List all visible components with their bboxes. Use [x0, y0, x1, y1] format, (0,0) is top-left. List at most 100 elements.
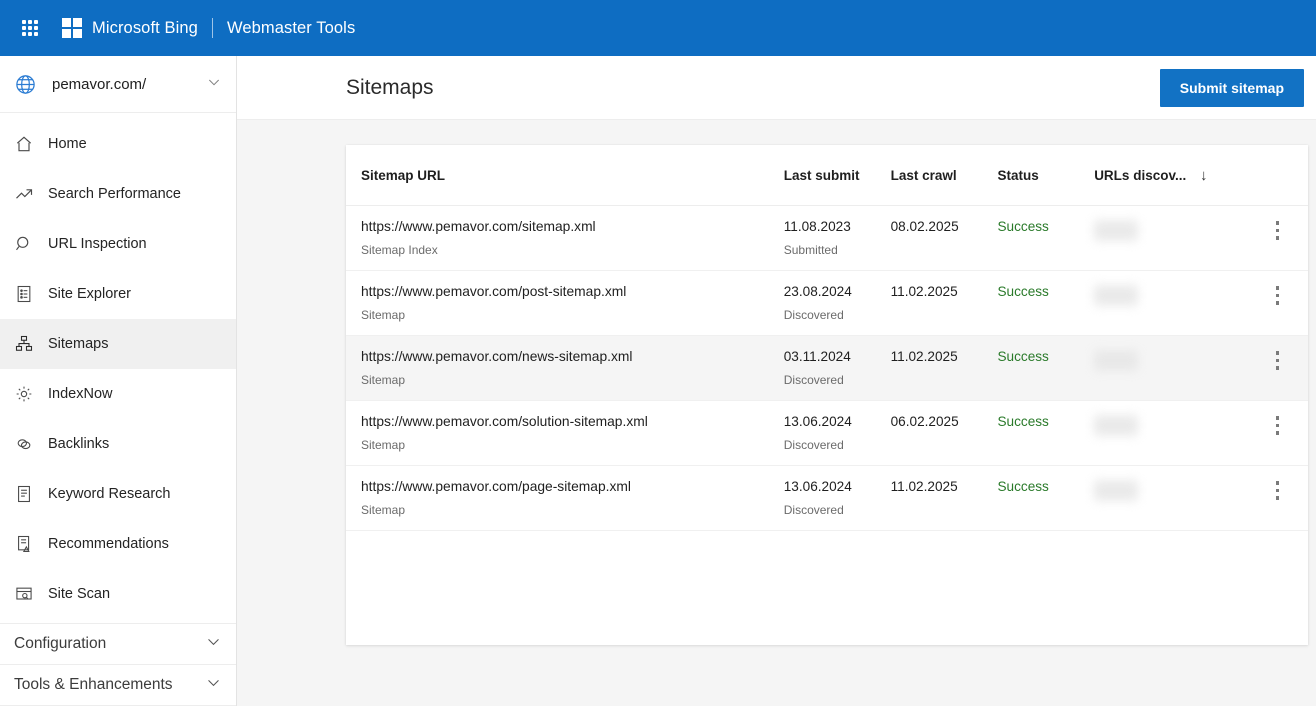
table-row[interactable]: https://www.pemavor.com/sitemap.xml Sitem… — [346, 206, 1308, 271]
sidebar-item-home[interactable]: Home — [0, 119, 236, 169]
brand-divider — [212, 18, 213, 38]
sitemap-type-label: Sitemap — [361, 308, 784, 322]
sidebar-item-search-performance[interactable]: Search Performance — [0, 169, 236, 219]
more-vertical-icon[interactable] — [1247, 284, 1308, 305]
cell-last-submit: 03.11.2024Discovered — [784, 336, 891, 401]
table-row[interactable]: https://www.pemavor.com/news-sitemap.xml… — [346, 336, 1308, 401]
sitemap-url-link[interactable]: https://www.pemavor.com/solution-sitemap… — [361, 414, 648, 429]
cell-actions[interactable] — [1247, 466, 1308, 531]
last-crawl-date: 06.02.2025 — [891, 414, 959, 429]
sidebar: pemavor.com/ Home — [0, 56, 237, 706]
sort-descending-arrow-icon[interactable]: ↓ — [1200, 167, 1208, 184]
chevron-down-icon[interactable] — [205, 674, 222, 696]
column-header-urls-discovered[interactable]: URLs discov... ↓ — [1094, 145, 1247, 206]
sidebar-item-label: Recommendations — [48, 536, 169, 552]
sitemap-url-link[interactable]: https://www.pemavor.com/sitemap.xml — [361, 219, 596, 234]
last-crawl-date: 11.02.2025 — [891, 479, 958, 494]
cell-last-submit: 13.06.2024Discovered — [784, 401, 891, 466]
chevron-down-icon[interactable] — [205, 633, 222, 655]
cell-actions[interactable] — [1247, 401, 1308, 466]
cell-status: Success — [997, 336, 1094, 401]
chevron-down-icon[interactable] — [206, 74, 222, 95]
cell-actions[interactable] — [1247, 336, 1308, 401]
submit-state-label: Discovered — [784, 308, 891, 322]
cell-sitemap-url[interactable]: https://www.pemavor.com/post-sitemap.xml… — [346, 271, 784, 336]
sidebar-item-label: URL Inspection — [48, 236, 147, 252]
cell-sitemap-url[interactable]: https://www.pemavor.com/page-sitemap.xml… — [346, 466, 784, 531]
sidebar-item-label: Site Explorer — [48, 286, 131, 302]
sidebar-item-recommendations[interactable]: Recommendations — [0, 519, 236, 569]
app-launcher-icon[interactable] — [12, 10, 48, 46]
table-row[interactable]: https://www.pemavor.com/solution-sitemap… — [346, 401, 1308, 466]
sidebar-group-configuration[interactable]: Configuration — [0, 624, 236, 665]
last-crawl-date: 11.02.2025 — [891, 284, 958, 299]
column-header-status[interactable]: Status — [997, 145, 1094, 206]
sidebar-item-label: Search Performance — [48, 186, 181, 202]
sidebar-item-sitemaps[interactable]: Sitemaps — [0, 319, 236, 369]
sitemaps-card: Sitemap URL Last submit Last crawl Statu… — [346, 145, 1308, 645]
brand-name[interactable]: Microsoft Bing — [92, 19, 198, 38]
sidebar-item-label: Sitemaps — [48, 336, 108, 352]
cell-last-submit: 11.08.2023Submitted — [784, 206, 891, 271]
more-vertical-icon[interactable] — [1247, 479, 1308, 500]
sidebar-item-label: Site Scan — [48, 586, 110, 602]
last-submit-date: 03.11.2024 — [784, 349, 851, 364]
sidebar-item-indexnow[interactable]: IndexNow — [0, 369, 236, 419]
urls-discovered-value — [1094, 220, 1138, 241]
more-vertical-icon[interactable] — [1247, 414, 1308, 435]
sidebar-item-site-explorer[interactable]: Site Explorer — [0, 269, 236, 319]
microsoft-logo-icon — [62, 18, 82, 38]
sidebar-item-backlinks[interactable]: Backlinks — [0, 419, 236, 469]
cell-sitemap-url[interactable]: https://www.pemavor.com/sitemap.xml Sitem… — [346, 206, 784, 271]
sitemap-icon — [14, 334, 48, 354]
cell-actions[interactable] — [1247, 271, 1308, 336]
cell-urls-discovered — [1094, 466, 1247, 531]
scan-window-icon — [14, 584, 48, 604]
sidebar-group-label: Configuration — [14, 635, 205, 653]
product-name[interactable]: Webmaster Tools — [227, 19, 355, 38]
status-badge: Success — [997, 414, 1048, 429]
column-header-last-crawl[interactable]: Last crawl — [891, 145, 998, 206]
sidebar-item-keyword-research[interactable]: Keyword Research — [0, 469, 236, 519]
cell-status: Success — [997, 466, 1094, 531]
cell-last-crawl: 08.02.2025 — [891, 206, 998, 271]
status-badge: Success — [997, 284, 1048, 299]
column-header-actions — [1247, 145, 1308, 206]
more-vertical-icon[interactable] — [1247, 349, 1308, 370]
table-row[interactable]: https://www.pemavor.com/post-sitemap.xml… — [346, 271, 1308, 336]
sitemap-url-link[interactable]: https://www.pemavor.com/page-sitemap.xml — [361, 479, 631, 494]
column-header-last-submit[interactable]: Last submit — [784, 145, 891, 206]
sitemap-url-link[interactable]: https://www.pemavor.com/news-sitemap.xml — [361, 349, 632, 364]
trending-up-icon — [14, 184, 48, 204]
content-area: Sitemap URL Last submit Last crawl Statu… — [237, 120, 1316, 706]
status-badge: Success — [997, 479, 1048, 494]
table-row[interactable]: https://www.pemavor.com/page-sitemap.xml… — [346, 466, 1308, 531]
sidebar-item-site-scan[interactable]: Site Scan — [0, 569, 236, 619]
submit-sitemap-button[interactable]: Submit sitemap — [1160, 69, 1304, 107]
page-title: Sitemaps — [346, 76, 1160, 100]
cell-urls-discovered — [1094, 401, 1247, 466]
sidebar-item-url-inspection[interactable]: URL Inspection — [0, 219, 236, 269]
table-header: Sitemap URL Last submit Last crawl Statu… — [346, 145, 1308, 206]
sitemap-url-link[interactable]: https://www.pemavor.com/post-sitemap.xml — [361, 284, 626, 299]
cell-actions[interactable] — [1247, 206, 1308, 271]
status-badge: Success — [997, 349, 1048, 364]
cell-urls-discovered — [1094, 271, 1247, 336]
sidebar-item-label: Keyword Research — [48, 486, 171, 502]
sidebar-item-label: Home — [48, 136, 87, 152]
cell-last-submit: 23.08.2024Discovered — [784, 271, 891, 336]
document-lines-icon — [14, 484, 48, 504]
cell-sitemap-url[interactable]: https://www.pemavor.com/solution-sitemap… — [346, 401, 784, 466]
sidebar-item-label: Backlinks — [48, 436, 109, 452]
sitemap-type-label: Sitemap Index — [361, 243, 784, 257]
cell-sitemap-url[interactable]: https://www.pemavor.com/news-sitemap.xml… — [346, 336, 784, 401]
submit-state-label: Discovered — [784, 438, 891, 452]
urls-discovered-value — [1094, 350, 1138, 371]
submit-state-label: Submitted — [784, 243, 891, 257]
sidebar-group-tools-enhancements[interactable]: Tools & Enhancements — [0, 665, 236, 706]
more-vertical-icon[interactable] — [1247, 219, 1308, 240]
top-navigation-bar: Microsoft Bing Webmaster Tools — [0, 0, 1316, 56]
site-selector[interactable]: pemavor.com/ — [0, 56, 236, 113]
column-header-sitemap-url[interactable]: Sitemap URL — [346, 145, 784, 206]
main-content: Sitemaps Submit sitemap Sitemap URL Last… — [237, 56, 1316, 706]
